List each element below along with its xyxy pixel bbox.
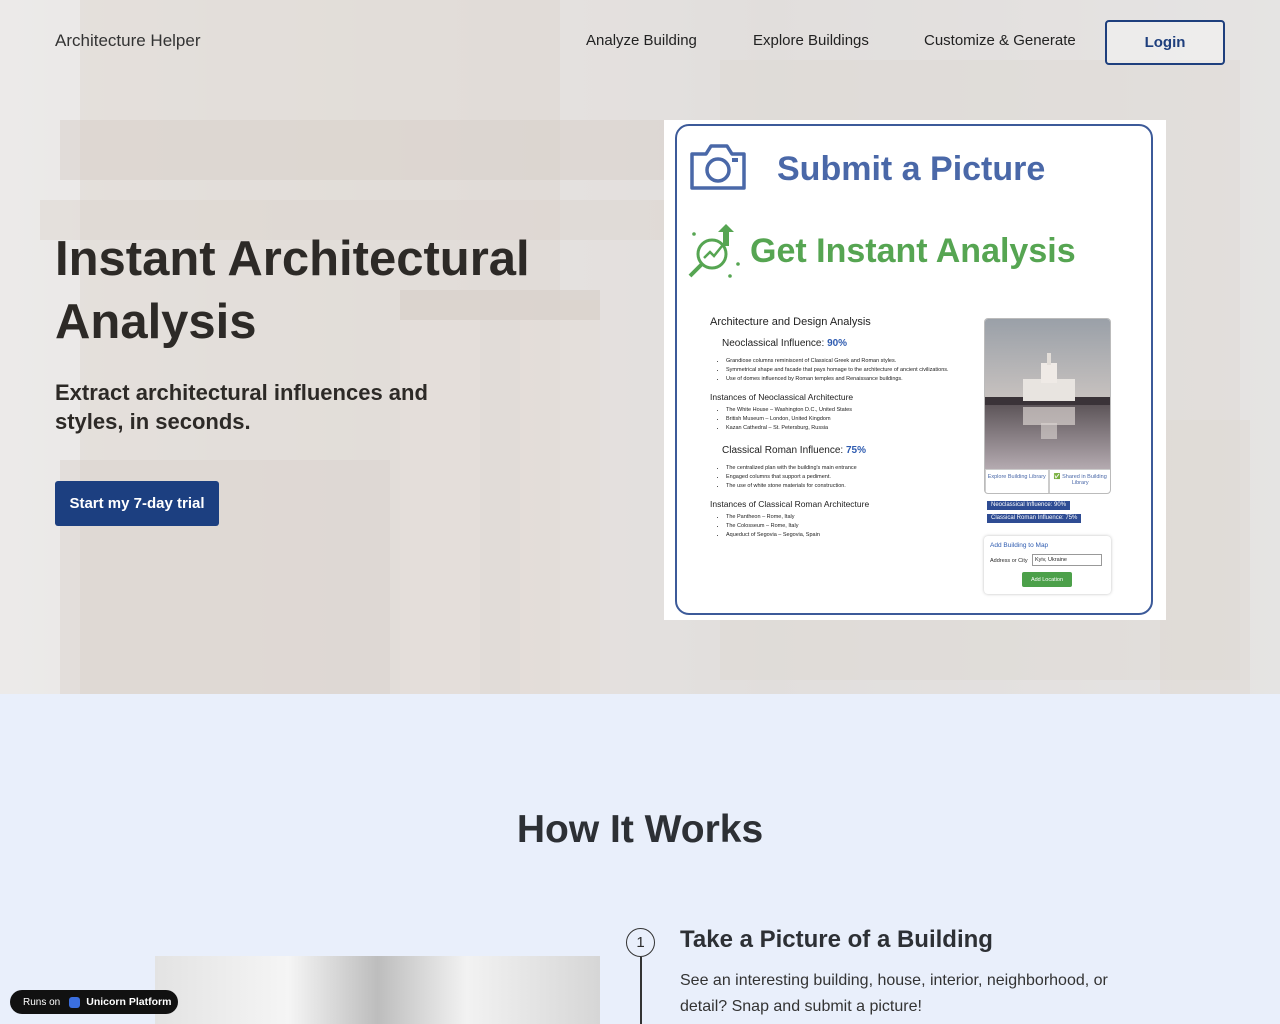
unicorn-platform-icon [69,996,81,1008]
map-card-title: Add Building to Map [990,542,1049,549]
add-location-button[interactable]: Add Location [1022,572,1072,587]
building-photo [985,319,1110,469]
instant-analysis-label: Get Instant Analysis [750,232,1076,270]
product-preview-image: Submit a Picture Get Instant Analysis Ar… [664,120,1166,620]
start-trial-button[interactable]: Start my 7-day trial [55,481,219,526]
camera-icon [690,144,746,190]
photo-actions: Explore Building Library ✅ Shared in Bui… [985,469,1110,493]
list-item: The Pantheon – Rome, Italy [726,513,980,522]
top-navigation: Architecture Helper Analyze Building Exp… [0,0,1280,86]
roman-instances-title: Instances of Classical Roman Architectur… [710,499,870,509]
analysis-icon [688,224,740,278]
roman-label: Classical Roman Influence: [722,445,844,456]
nav-link-analyze-building[interactable]: Analyze Building [586,32,697,49]
roman-value: 75% [845,445,866,456]
list-item: Kazan Cathedral – St. Petersburg, Russia [726,424,980,433]
nav-link-explore-buildings[interactable]: Explore Buildings [753,32,869,49]
neoclassical-instances: The White House – Washington D.C., Unite… [726,406,980,433]
step-description: See an interesting building, house, inte… [680,972,1108,1015]
submit-picture-label: Submit a Picture [777,150,1046,188]
add-to-map-card: Add Building to Map Address or City Kyiv… [984,536,1111,594]
neoclassical-value: 90% [827,338,848,349]
nav-link-customize-generate[interactable]: Customize & Generate [924,32,1076,49]
hero-title: Instant Architectural Analysis [55,232,530,349]
map-address-input[interactable]: Kyiv, Ukraine [1032,554,1102,566]
list-item: Aqueduct of Segovia – Segovia, Spain [726,531,980,540]
hero-subtitle: Extract architectural influences and sty… [55,380,428,434]
neoclassical-points: Grandiose columns reminiscent of Classic… [726,357,980,384]
login-button[interactable]: Login [1105,20,1225,65]
roman-badge: Classical Roman Influence: 75% [987,514,1082,523]
how-it-works-title: How It Works [516,808,764,851]
neoclassical-badge: Neoclassical Influence: 90% [987,501,1071,510]
neoclassical-influence: Neoclassical Influence: 90% [722,338,980,349]
roman-points: The centralized plan with the building's… [726,464,980,491]
runs-on-label: Runs on [23,996,61,1008]
step-number: 1 [626,928,655,957]
neoclassical-label: Neoclassical Influence: [722,338,825,349]
list-item: The Colosseum – Rome, Italy [726,522,980,531]
shared-library-status: ✅ Shared in Building Library [1048,469,1110,493]
list-item: The White House – Washington D.C., Unite… [726,406,980,415]
list-item: Symmetrical shape and facade that pays h… [726,366,980,375]
step-title: Take a Picture of a Building [680,926,993,953]
list-item: The use of white stone materials for con… [726,482,980,491]
runs-on-badge[interactable]: Runs on Unicorn Platform [10,990,178,1014]
hero-section: Architecture Helper Analyze Building Exp… [0,0,1280,694]
roman-influence: Classical Roman Influence: 75% [722,445,980,456]
step-connector [640,957,642,1024]
list-item: The centralized plan with the building's… [726,464,980,473]
list-item: Engaged columns that support a pediment. [726,473,980,482]
explore-library-button[interactable]: Explore Building Library [985,469,1049,493]
step-image [155,956,600,1024]
list-item: Use of domes influenced by Roman temples… [726,375,980,384]
map-address-label: Address or City [990,558,1028,564]
platform-name: Unicorn Platform [86,996,172,1008]
list-item: British Museum – London, United Kingdom [726,415,980,424]
building-photo-card: Explore Building Library ✅ Shared in Bui… [984,318,1111,494]
list-item: Grandiose columns reminiscent of Classic… [726,357,980,366]
roman-instances: The Pantheon – Rome, Italy The Colosseum… [726,513,980,540]
analysis-report: Architecture and Design Analysis Neoclas… [710,316,980,548]
neoclassical-instances-title: Instances of Neoclassical Architecture [710,392,854,402]
report-title: Architecture and Design Analysis [710,316,871,328]
brand-logo[interactable]: Architecture Helper [55,31,201,51]
